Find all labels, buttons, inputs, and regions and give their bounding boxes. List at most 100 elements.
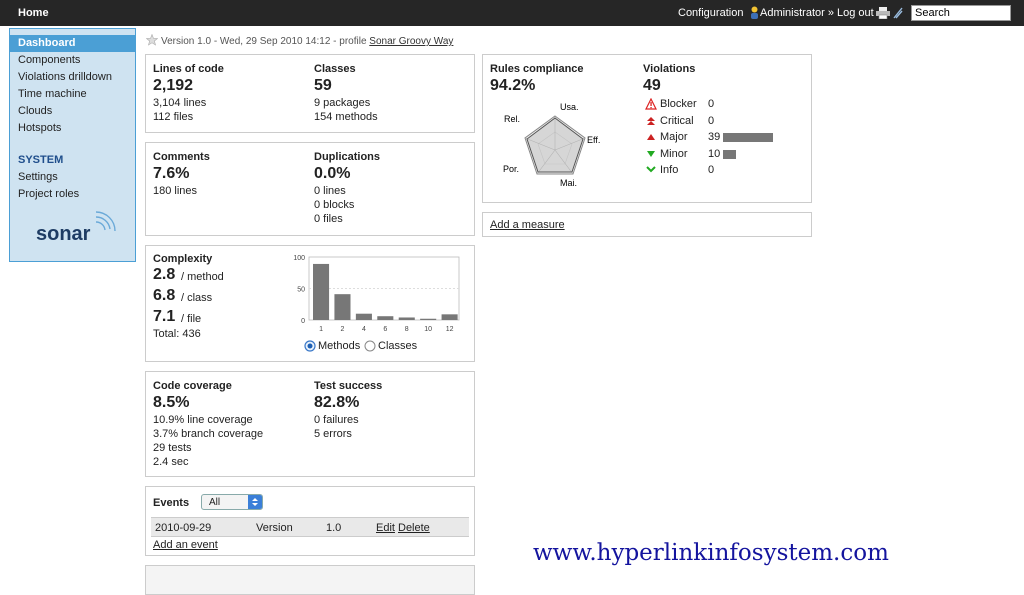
coverage-line[interactable]: 10.9% line coverage — [153, 414, 253, 426]
test-failures[interactable]: 0 failures — [314, 414, 359, 426]
violation-count[interactable]: 0 — [708, 164, 714, 176]
complexity-widget: Complexity 2.8 / method 6.8 / class 7.1 … — [145, 245, 475, 362]
violation-count[interactable]: 0 — [708, 98, 714, 110]
radar-axis-usability: Usa. — [560, 102, 579, 112]
coverage-branch[interactable]: 3.7% branch coverage — [153, 428, 263, 440]
chart-y-tick: 100 — [293, 255, 305, 262]
profile-link[interactable]: Sonar Groovy Way — [369, 36, 453, 47]
radio-methods-label[interactable]: Methods — [318, 340, 360, 352]
loc-lines[interactable]: 3,104 lines — [153, 97, 206, 109]
classes-packages[interactable]: 9 packages — [314, 97, 370, 109]
add-measure-link[interactable]: Add a measure — [490, 219, 565, 231]
violations-value[interactable]: 49 — [643, 77, 661, 95]
test-errors[interactable]: 5 errors — [314, 428, 352, 440]
violation-label[interactable]: Major — [660, 131, 688, 143]
version-text: Version 1.0 - Wed, 29 Sep 2010 14:12 - p… — [161, 36, 367, 47]
chart-plot-area — [308, 256, 460, 321]
chart-bar-12 — [441, 314, 458, 320]
sidebar-item-settings[interactable]: Settings — [10, 169, 135, 186]
blocker-icon — [645, 97, 657, 113]
duplications-title: Duplications — [314, 151, 381, 163]
search-input[interactable] — [911, 5, 1011, 21]
violation-count[interactable]: 39 — [708, 131, 720, 143]
minor-icon — [645, 148, 657, 163]
complexity-file-label: / file — [181, 313, 202, 325]
test-success-value[interactable]: 82.8% — [314, 394, 359, 412]
complexity-file-value: 7.1 — [153, 308, 176, 325]
sidebar-item-hotspots[interactable]: Hotspots — [10, 120, 135, 137]
coverage-title: Code coverage — [153, 380, 232, 392]
add-measure-widget: Add a measure — [482, 212, 812, 237]
violation-label[interactable]: Critical — [660, 115, 694, 127]
chart-x-tick: 2 — [341, 326, 345, 333]
coverage-tests[interactable]: 29 tests — [153, 442, 192, 454]
chart-x-tick: 4 — [362, 326, 366, 333]
chart-bar-8 — [398, 317, 415, 320]
chart-x-tick: 6 — [383, 326, 387, 333]
duplications-lines[interactable]: 0 lines — [314, 185, 346, 197]
events-filter-select[interactable]: All — [201, 494, 263, 510]
watermark-text: www.hyperlinkinfosystem.com — [533, 540, 889, 566]
sidebar-item-project-roles[interactable]: Project roles — [10, 186, 135, 203]
event-category: Version — [256, 522, 293, 534]
classes-methods[interactable]: 154 methods — [314, 111, 378, 123]
violation-label[interactable]: Minor — [660, 148, 688, 160]
event-name: 1.0 — [326, 522, 342, 534]
comments-lines[interactable]: 180 lines — [153, 185, 197, 197]
duplications-value[interactable]: 0.0% — [314, 165, 350, 183]
chart-x-tick: 12 — [446, 326, 454, 333]
admin-logout-link[interactable]: Administrator » Log out — [760, 7, 874, 19]
critical-icon — [645, 115, 657, 130]
major-icon — [645, 131, 657, 146]
comments-value[interactable]: 7.6% — [153, 165, 189, 183]
rules-value[interactable]: 94.2% — [490, 77, 535, 95]
add-event-link[interactable]: Add an event — [153, 539, 218, 551]
configuration-link[interactable]: Configuration — [678, 7, 743, 19]
loc-value[interactable]: 2,192 — [153, 77, 193, 95]
home-link[interactable]: Home — [18, 7, 49, 19]
chart-bar-2 — [334, 294, 351, 320]
sidebar-item-components[interactable]: Components — [10, 52, 135, 69]
sidebar-item-dashboard[interactable]: Dashboard — [10, 35, 135, 52]
violation-bar — [723, 133, 773, 142]
permalink-icon[interactable] — [893, 7, 903, 19]
chart-x-tick: 1 — [319, 326, 323, 333]
classes-title: Classes — [314, 63, 356, 75]
radio-methods-checked-icon[interactable] — [304, 340, 316, 352]
violation-count[interactable]: 0 — [708, 115, 714, 127]
user-icon — [751, 6, 758, 19]
classes-value[interactable]: 59 — [314, 77, 332, 95]
comments-title: Comments — [153, 151, 210, 163]
events-widget: Events All 2010-09-29 Version 1.0 Edit D… — [145, 486, 475, 556]
size-widget: Lines of code 2,192 3,104 lines 112 file… — [145, 54, 475, 133]
event-delete-link[interactable]: Delete — [398, 522, 430, 534]
violations-title: Violations — [643, 63, 696, 75]
duplications-files[interactable]: 0 files — [314, 213, 343, 225]
top-bar: Home Configuration Administrator » Log o… — [0, 0, 1024, 26]
sidebar-item-violations-drilldown[interactable]: Violations drilldown — [10, 69, 135, 86]
violation-count[interactable]: 10 — [708, 148, 720, 160]
radar-axis-maintainability: Mai. — [560, 178, 577, 188]
radio-methods[interactable]: Methods — [304, 340, 360, 355]
print-icon[interactable] — [876, 7, 890, 19]
violation-label[interactable]: Blocker — [660, 98, 697, 110]
event-row: 2010-09-29 Version 1.0 Edit Delete — [151, 517, 469, 537]
complexity-total: Total: 436 — [153, 328, 201, 340]
violation-label[interactable]: Info — [660, 164, 678, 176]
event-edit-link[interactable]: Edit — [376, 522, 395, 534]
radio-classes-label[interactable]: Classes — [378, 340, 417, 352]
favourite-star-icon[interactable] — [146, 34, 158, 46]
rules-compliance-widget: Rules compliance 94.2% Usa. Eff. Mai. Po… — [482, 54, 812, 203]
radio-classes-unchecked-icon[interactable] — [364, 340, 376, 352]
coverage-time[interactable]: 2.4 sec — [153, 456, 188, 468]
event-date: 2010-09-29 — [155, 522, 212, 534]
sidebar-item-clouds[interactable]: Clouds — [10, 103, 135, 120]
sidebar-item-time-machine[interactable]: Time machine — [10, 86, 135, 103]
duplications-blocks[interactable]: 0 blocks — [314, 199, 354, 211]
radio-classes[interactable]: Classes — [364, 340, 417, 355]
chart-bar-6 — [377, 316, 394, 320]
rules-title: Rules compliance — [490, 63, 584, 75]
coverage-value[interactable]: 8.5% — [153, 394, 189, 412]
chart-x-tick: 8 — [405, 326, 409, 333]
loc-files[interactable]: 112 files — [153, 111, 193, 123]
